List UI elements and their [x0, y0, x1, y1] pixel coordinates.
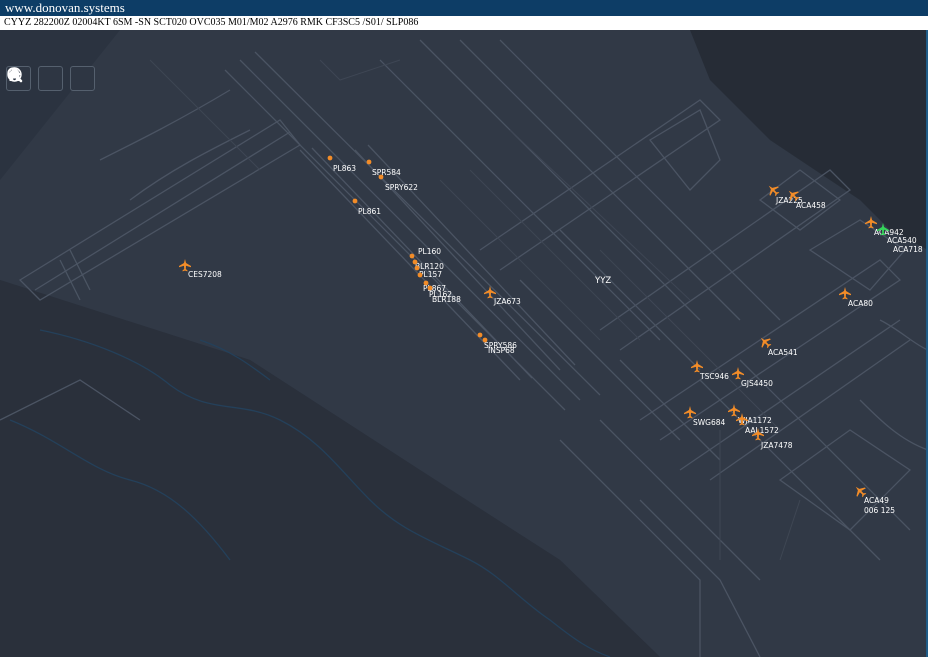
map-base [0, 30, 928, 657]
aircraft-label: ACA540 [887, 236, 917, 245]
airport-label: YYZ [594, 276, 611, 286]
search-icon [7, 67, 23, 83]
map-toolbar [6, 66, 95, 91]
aircraft-dot[interactable] [412, 259, 418, 265]
aircraft-dot[interactable] [423, 280, 429, 286]
aircraft-info-label: 006 125 [864, 506, 895, 515]
aircraft-label: ACA458 [796, 201, 826, 210]
aircraft-label: INSP68 [488, 346, 515, 355]
search-button[interactable] [7, 66, 95, 91]
airport-map[interactable]: YYZ PL863 SPR584 SPRY622 PL861 CES7208 BLR120… [0, 30, 928, 657]
aircraft-label: PL160 [418, 247, 441, 256]
aircraft-label: ACA718 [893, 245, 923, 254]
aircraft-label: ACA80 [848, 299, 873, 308]
metar-bar: CYYZ 282200Z 02004KT 6SM -SN SCT020 OVC0… [0, 16, 928, 30]
aircraft-dot[interactable] [417, 272, 423, 278]
aircraft-label: ACA49 [864, 496, 889, 505]
aircraft-dot[interactable] [352, 198, 358, 204]
aircraft-label: PL861 [358, 207, 381, 216]
aircraft-label: SPRY622 [385, 183, 418, 192]
aircraft-label: CES7208 [188, 270, 222, 279]
aircraft-dot[interactable] [366, 159, 372, 165]
site-title: www.donovan.systems [0, 0, 928, 16]
aircraft-label: AAL1572 [745, 426, 779, 435]
aircraft-dot[interactable] [378, 174, 384, 180]
aircraft-dot[interactable] [414, 265, 420, 271]
aircraft-dot[interactable] [409, 253, 415, 259]
aircraft-dot[interactable] [477, 332, 483, 338]
aircraft-label: GJS4450 [741, 379, 773, 388]
aircraft-label: SWG684 [693, 418, 726, 427]
aircraft-dot[interactable] [427, 285, 433, 291]
map-canvas[interactable]: YYZ PL863 SPR584SPRY622PL861CES7208BLR120… [0, 30, 928, 657]
aircraft-label: JZA7478 [760, 441, 793, 450]
globe-button[interactable] [7, 66, 63, 91]
aircraft-label: SPR584 [372, 168, 401, 177]
aircraft-dot[interactable] [482, 337, 488, 343]
aircraft-label: PL157 [419, 270, 442, 279]
aircraft-label: TSC946 [699, 372, 729, 381]
aircraft-aca718[interactable]: ACA718 [893, 245, 923, 254]
aircraft-label: PL863 [333, 164, 356, 173]
aircraft-label: BLR188 [432, 295, 461, 304]
aircraft-label: JZA673 [493, 297, 521, 306]
aircraft-label: ACA541 [768, 348, 798, 357]
aircraft-dot[interactable] [327, 155, 333, 161]
